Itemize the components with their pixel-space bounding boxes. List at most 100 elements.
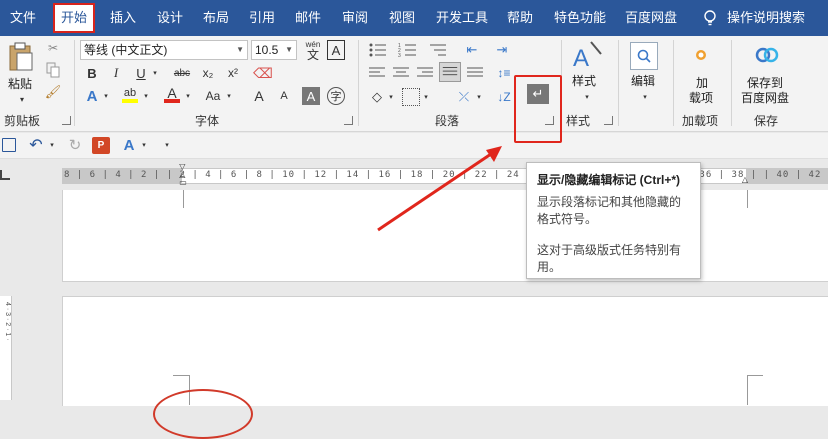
styles-icon[interactable]: A xyxy=(571,40,603,70)
save-to-baidu-line1[interactable]: 保存到 xyxy=(747,76,783,91)
justify-icon[interactable] xyxy=(439,62,461,82)
chinese-layout-icon[interactable]: ⤫ xyxy=(454,88,474,106)
chevron-down-icon[interactable]: ▾ xyxy=(421,88,431,106)
bold-button[interactable]: B xyxy=(84,64,100,82)
chevron-down-icon[interactable]: ▾ xyxy=(47,137,57,153)
text-effects-icon[interactable]: A xyxy=(84,87,100,105)
font-name-combo[interactable]: 等线 (中文正文) ▼ xyxy=(80,40,248,60)
chevron-down-icon[interactable]: ▾ xyxy=(139,137,149,153)
align-center-icon[interactable] xyxy=(392,66,410,80)
chevron-down-icon: ▼ xyxy=(285,45,293,54)
tab-references[interactable]: 引用 xyxy=(249,0,275,36)
right-indent-marker-icon[interactable]: △ xyxy=(740,174,750,184)
format-painter-icon[interactable]: 🖌 xyxy=(45,84,62,100)
tab-review[interactable]: 审阅 xyxy=(342,0,368,36)
subscript-button[interactable]: x₂ xyxy=(199,64,217,82)
font-size-combo[interactable]: 10.5 ▼ xyxy=(251,40,297,60)
tab-special-features[interactable]: 特色功能 xyxy=(554,0,606,36)
line-spacing-icon[interactable]: ↕≡ xyxy=(494,64,514,82)
tab-design[interactable]: 设计 xyxy=(157,0,183,36)
cut-icon[interactable]: ✂ xyxy=(45,40,61,56)
tab-mailings[interactable]: 邮件 xyxy=(295,0,321,36)
customize-qat-icon[interactable]: ▾ xyxy=(162,137,172,153)
red-circle-annotation xyxy=(153,389,253,439)
indent-marker-icon[interactable]: ▽ △ ▭ xyxy=(178,162,188,188)
shading-icon[interactable]: ◇ xyxy=(368,88,386,106)
group-separator xyxy=(618,40,619,126)
styles-launcher[interactable] xyxy=(604,116,613,125)
styles-button[interactable]: 样式 xyxy=(572,74,596,89)
vertical-ruler[interactable]: 4 · 3 · 2 · 1 · xyxy=(0,296,12,400)
powerpoint-icon[interactable]: P xyxy=(92,137,110,154)
margin-corner-mark xyxy=(747,375,748,405)
enclose-characters-icon[interactable]: 字 xyxy=(327,87,345,105)
italic-button[interactable]: I xyxy=(108,64,124,82)
tab-selector-icon[interactable] xyxy=(0,170,10,180)
redo-icon[interactable]: ↻ xyxy=(66,136,84,154)
baidu-netdisk-icon[interactable] xyxy=(754,42,780,66)
group-separator xyxy=(358,40,359,126)
chevron-down-icon[interactable]: ▾ xyxy=(640,92,650,102)
font-color-icon[interactable]: A xyxy=(163,85,181,105)
tab-developer[interactable]: 开发工具 xyxy=(436,0,488,36)
vertical-ruler-numbers: 4 · 3 · 2 · 1 · xyxy=(4,302,11,341)
tab-home[interactable]: 开始 xyxy=(53,3,96,33)
character-border-button[interactable]: A xyxy=(327,40,345,60)
font-launcher[interactable] xyxy=(344,116,353,125)
add-ins-button-line2[interactable]: 载项 xyxy=(689,91,713,106)
chevron-down-icon[interactable]: ▾ xyxy=(101,87,111,105)
phonetic-guide-button[interactable]: wén 文 xyxy=(302,38,324,62)
paste-icon[interactable] xyxy=(8,42,34,72)
clipboard-launcher[interactable] xyxy=(62,116,71,125)
strikethrough-button[interactable]: abc xyxy=(171,64,193,82)
distributed-icon[interactable] xyxy=(466,66,484,80)
character-shading-icon[interactable]: A xyxy=(302,87,320,105)
align-right-icon[interactable] xyxy=(416,66,434,80)
add-ins-button-line1[interactable]: 加 xyxy=(696,76,708,91)
clear-formatting-icon[interactable]: ⌫ xyxy=(253,64,273,82)
chevron-down-icon[interactable]: ▾ xyxy=(386,88,396,106)
highlight-color-icon[interactable]: ab xyxy=(121,85,139,105)
borders-icon[interactable] xyxy=(402,88,420,106)
tab-help[interactable]: 帮助 xyxy=(507,0,533,36)
sort-icon[interactable]: ↓Z xyxy=(494,88,514,106)
chevron-down-icon[interactable]: ▾ xyxy=(183,87,193,105)
bullets-icon[interactable] xyxy=(368,42,388,58)
underline-dropdown-icon[interactable]: ▾ xyxy=(150,64,160,82)
ribbon-tab-bar: 文件 开始 插入 设计 布局 引用 邮件 审阅 视图 开发工具 帮助 特色功能 … xyxy=(0,0,828,36)
paste-dropdown-icon[interactable]: ▾ xyxy=(16,94,28,104)
decrease-indent-icon[interactable]: ⇤ xyxy=(462,42,482,58)
chevron-down-icon[interactable]: ▾ xyxy=(474,88,484,106)
copy-icon[interactable] xyxy=(46,62,60,78)
numbering-icon[interactable]: 123 xyxy=(398,42,418,58)
multilevel-list-icon[interactable] xyxy=(428,42,448,58)
shrink-font-button[interactable]: A xyxy=(276,87,292,105)
chevron-down-icon[interactable]: ▾ xyxy=(582,92,592,102)
increase-indent-icon[interactable]: ⇥ xyxy=(492,42,512,58)
undo-icon[interactable]: ↶ xyxy=(27,136,45,154)
text-effects-icon[interactable]: A xyxy=(121,135,137,155)
editing-button[interactable]: 编辑 xyxy=(631,74,655,89)
paste-button[interactable]: 粘贴 xyxy=(8,77,32,92)
svg-text:3: 3 xyxy=(398,53,401,58)
chevron-down-icon[interactable]: ▾ xyxy=(224,87,234,105)
tab-layout[interactable]: 布局 xyxy=(203,0,229,36)
change-case-button[interactable]: Aa xyxy=(203,87,223,105)
superscript-button[interactable]: x² xyxy=(224,64,242,82)
save-to-baidu-line2[interactable]: 百度网盘 xyxy=(741,91,789,106)
tab-view[interactable]: 视图 xyxy=(389,0,415,36)
chevron-down-icon[interactable]: ▾ xyxy=(141,87,151,105)
save-icon[interactable] xyxy=(2,138,16,152)
document-page[interactable] xyxy=(62,296,828,439)
tab-file[interactable]: 文件 xyxy=(10,0,36,36)
tell-me-search[interactable]: 操作说明搜索 xyxy=(727,0,805,36)
add-ins-icon[interactable] xyxy=(692,46,710,64)
clipboard-group-label: 剪贴板 xyxy=(4,114,41,128)
search-icon[interactable] xyxy=(630,42,658,70)
align-left-icon[interactable] xyxy=(368,66,386,80)
tab-baidu-netdisk[interactable]: 百度网盘 xyxy=(625,0,677,36)
underline-button[interactable]: U xyxy=(133,64,149,82)
group-separator xyxy=(731,40,732,126)
tab-insert[interactable]: 插入 xyxy=(110,0,136,36)
grow-font-button[interactable]: A xyxy=(251,87,267,105)
